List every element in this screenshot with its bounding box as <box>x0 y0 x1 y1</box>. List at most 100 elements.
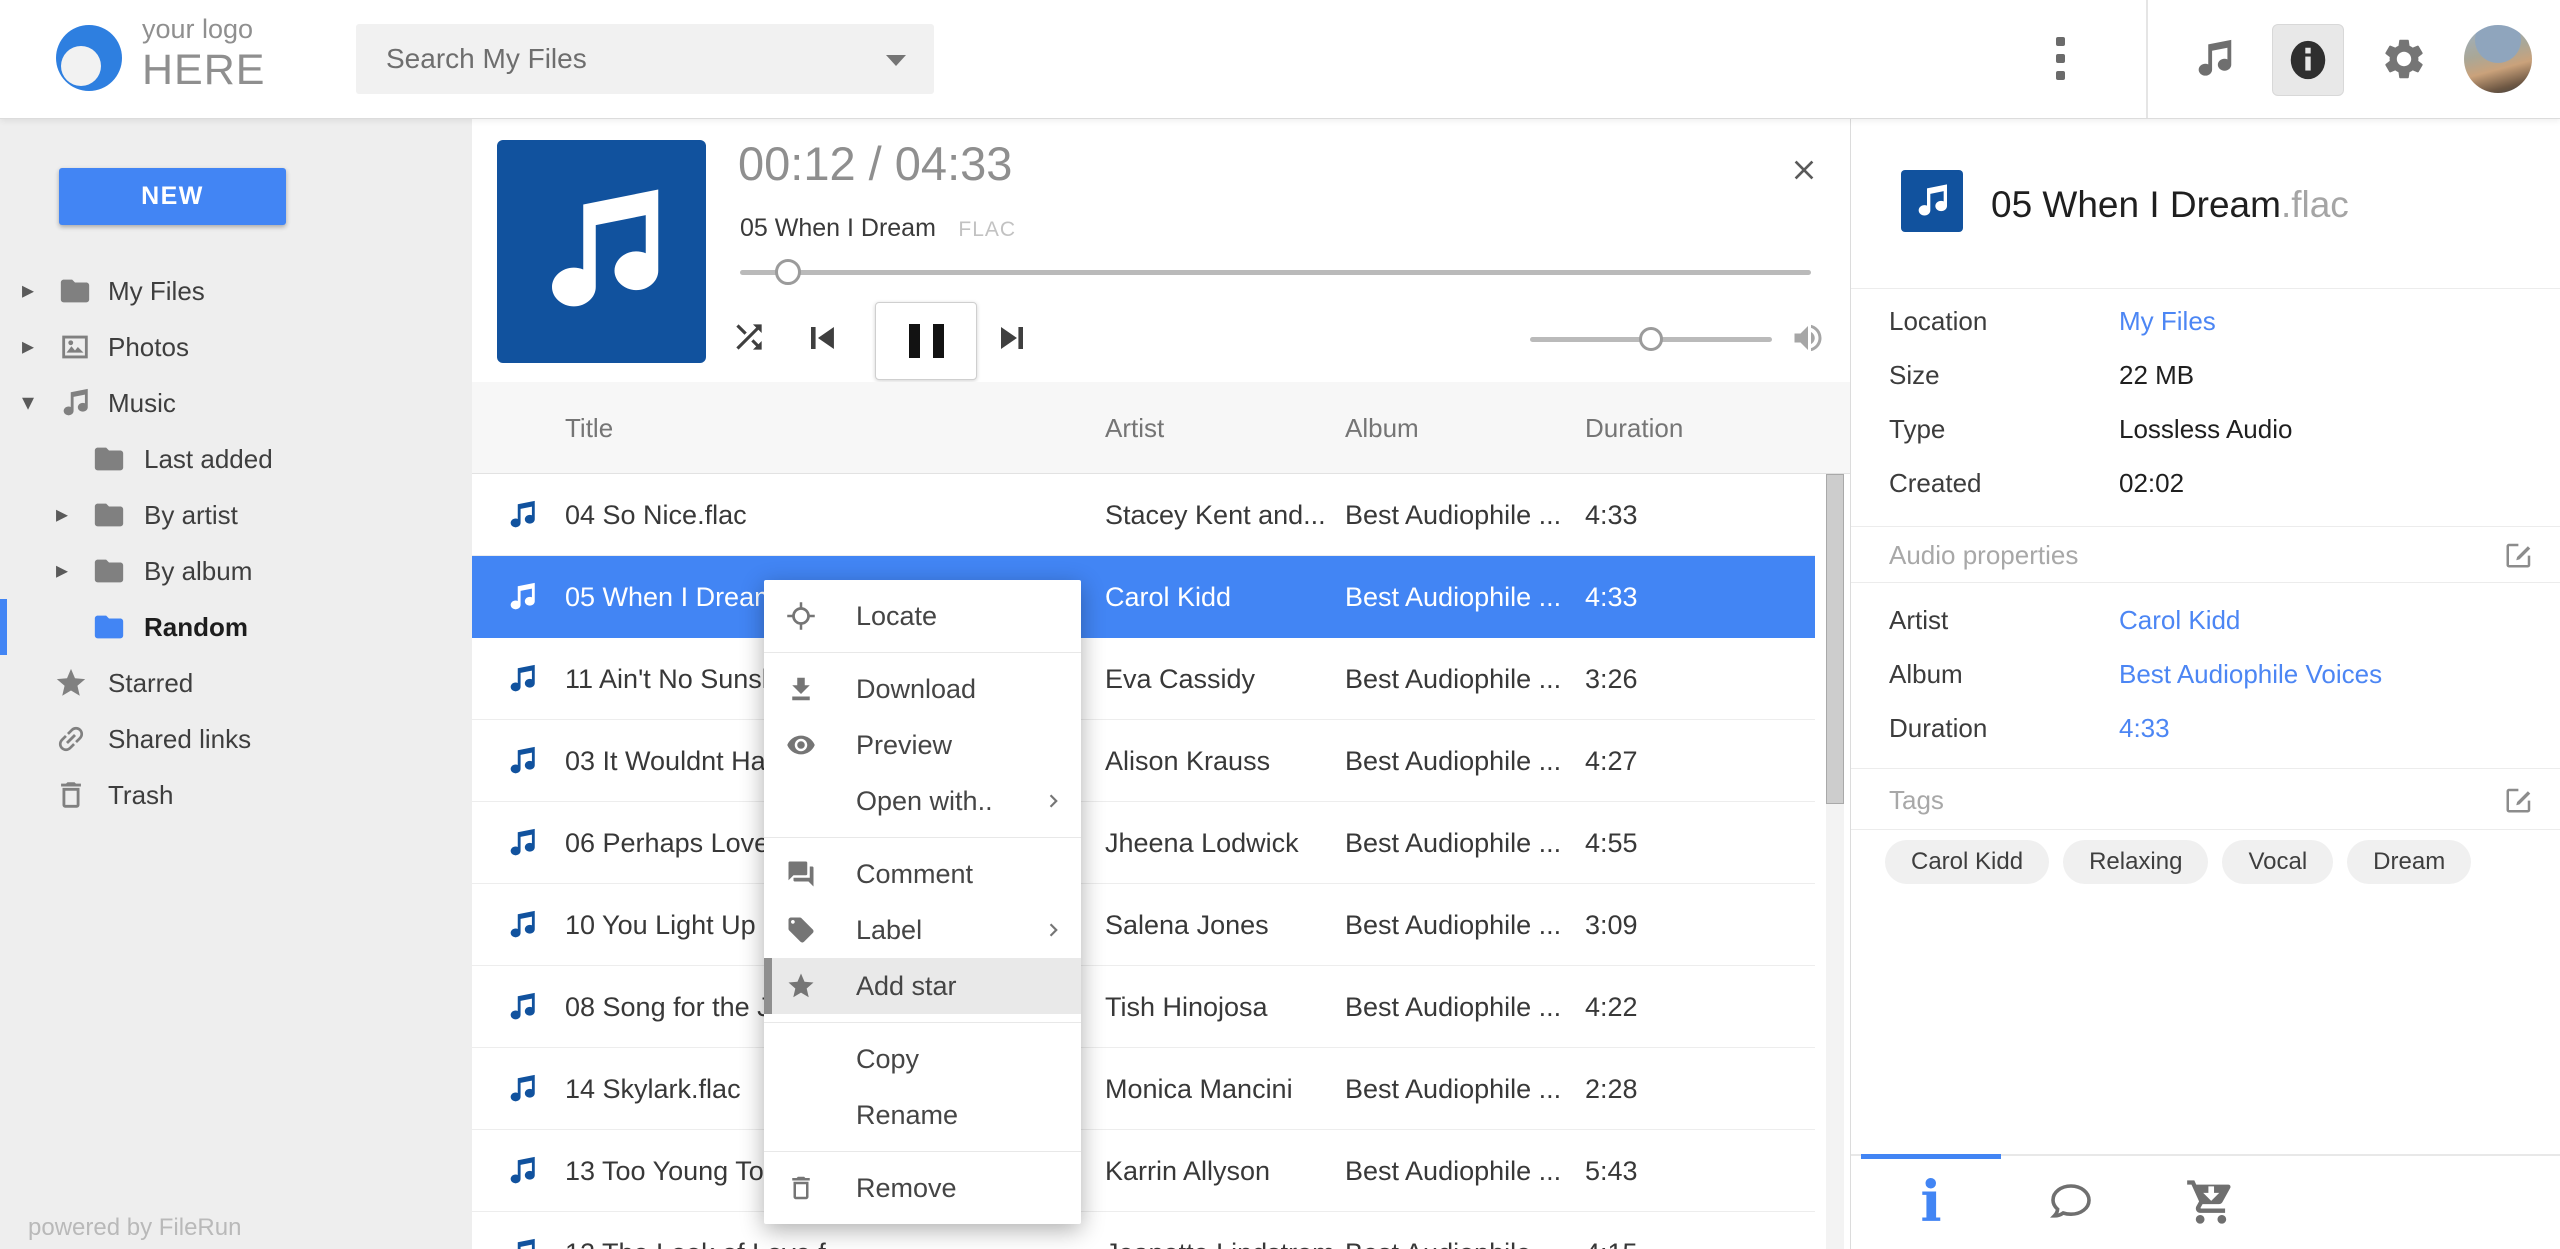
more-options-button[interactable] <box>2056 37 2065 88</box>
close-player-button[interactable] <box>1788 154 1820 186</box>
expand-arrow-icon[interactable]: ▸ <box>22 319 34 375</box>
table-row-06-perhaps-love[interactable]: 06 Perhaps Love. Jheena Lodwick Best Audio… <box>472 802 1815 884</box>
top-bar: your logo HERE Search My Files <box>0 0 2560 119</box>
seek-slider-thumb[interactable] <box>775 259 801 285</box>
menu-item-remove[interactable]: Remove <box>764 1160 1081 1216</box>
next-track-button[interactable] <box>990 316 1034 360</box>
powered-by-label: powered by FileRun <box>28 1214 242 1241</box>
column-header-duration[interactable]: Duration <box>1585 382 1683 474</box>
file-properties-list: Location My Files Size 22 MB Type Lossless Au… <box>1851 294 2560 510</box>
table-row-13-too-young-to[interactable]: 13 Too Young To Karrin Allyson Best Audiop… <box>472 1130 1815 1212</box>
comments-tab[interactable] <box>2001 1156 2141 1248</box>
volume-icon[interactable] <box>1790 320 1826 356</box>
column-header-artist[interactable]: Artist <box>1105 382 1164 474</box>
table-row-10-you-light-up-m[interactable]: 10 You Light Up M Salena Jones Best Audiop… <box>472 884 1815 966</box>
folder-blue-icon <box>92 610 126 644</box>
shuffle-button[interactable] <box>730 318 768 356</box>
volume-slider-thumb[interactable] <box>1639 327 1663 351</box>
tag-chip-dream[interactable]: Dream <box>2347 840 2472 884</box>
expand-arrow-icon[interactable]: ▸ <box>56 543 68 599</box>
column-header-album[interactable]: Album <box>1345 382 1419 474</box>
audio-properties-section-header: Audio properties <box>1851 526 2560 583</box>
detail-value-link[interactable]: Carol Kidd <box>2119 593 2240 647</box>
music-player-button[interactable] <box>2184 0 2244 118</box>
detail-value-link[interactable]: 4:33 <box>2119 701 2170 755</box>
sidebar-item-label: Random <box>144 612 248 642</box>
table-row-04-so-nice-flac[interactable]: 04 So Nice.flac Stacey Kent and... Best Au… <box>472 474 1815 556</box>
cell-artist: Eva Cassidy <box>1105 664 1256 694</box>
previous-track-button[interactable] <box>800 316 844 360</box>
tag-chip-carol-kidd[interactable]: Carol Kidd <box>1885 840 2050 884</box>
file-type-icon <box>1901 170 1963 232</box>
detail-label: Created <box>1889 468 1982 498</box>
volume-slider[interactable] <box>1530 327 1772 351</box>
sidebar-item-photos[interactable]: ▸ Photos <box>0 319 472 375</box>
sidebar-item-random[interactable]: Random <box>0 599 472 655</box>
edit-audio-properties-icon[interactable] <box>2504 540 2534 570</box>
format-badge: FLAC <box>958 218 1017 241</box>
menu-item-copy[interactable]: Copy <box>764 1031 1081 1087</box>
filerun-app: your logo HERE Search My Files NEW ▸ My F… <box>0 0 2560 1249</box>
expand-arrow-icon[interactable]: ▸ <box>56 487 68 543</box>
logo-line2: HERE <box>142 46 266 94</box>
table-scrollbar-thumb[interactable] <box>1826 474 1844 804</box>
table-row-03-it-wouldnt-hav[interactable]: 03 It Wouldnt Hav Alison Krauss Best Audio… <box>472 720 1815 802</box>
cell-duration: 5:43 <box>1585 1156 1638 1186</box>
sidebar-item-by-artist[interactable]: ▸ By artist <box>0 487 472 543</box>
sidebar-item-by-album[interactable]: ▸ By album <box>0 543 472 599</box>
menu-item-add-star[interactable]: Add star <box>764 958 1081 1014</box>
seek-slider[interactable] <box>740 259 1811 285</box>
detail-value-link[interactable]: My Files <box>2119 294 2216 348</box>
menu-item-open-with[interactable]: Open with.. <box>764 773 1081 829</box>
menu-item-label: Remove <box>856 1173 957 1203</box>
menu-item-comment[interactable]: Comment <box>764 846 1081 902</box>
settings-button[interactable] <box>2374 0 2434 118</box>
sidebar-item-music[interactable]: ▾ Music <box>0 375 472 431</box>
user-avatar[interactable] <box>2464 25 2532 93</box>
context-menu: Locate Download Preview Open with.. Comment L… <box>764 580 1081 1224</box>
audio-file-icon <box>505 990 539 1024</box>
search-input[interactable]: Search My Files <box>356 24 934 94</box>
sidebar-item-starred[interactable]: Starred <box>0 655 472 711</box>
chevron-down-icon <box>886 55 906 66</box>
logo-line1: your logo <box>142 14 254 44</box>
sidebar-item-shared-links[interactable]: Shared links <box>0 711 472 767</box>
sidebar-item-label: By artist <box>144 500 238 530</box>
detail-value-link[interactable]: Best Audiophile Voices <box>2119 647 2382 701</box>
logo-text: your logo HERE <box>142 16 265 92</box>
menu-item-label[interactable]: Label <box>764 902 1081 958</box>
table-row-05-when-i-dream[interactable]: 05 When I Dream Carol Kidd Best Audiophile… <box>472 556 1815 638</box>
download-basket-tab[interactable] <box>2141 1156 2281 1248</box>
info-panel-button[interactable] <box>2272 24 2344 96</box>
edit-tags-icon[interactable] <box>2504 785 2534 815</box>
new-button[interactable]: NEW <box>59 168 286 225</box>
collapse-arrow-icon[interactable]: ▾ <box>22 375 34 431</box>
menu-item-preview[interactable]: Preview <box>764 717 1081 773</box>
table-row-08-song-for-the-j[interactable]: 08 Song for the J Tish Hinojosa Best Audio… <box>472 966 1815 1048</box>
table-row-14-skylark-flac[interactable]: 14 Skylark.flac Monica Mancini Best Audiop… <box>472 1048 1815 1130</box>
column-header-title[interactable]: Title <box>565 382 613 474</box>
menu-item-locate[interactable]: Locate <box>764 588 1081 644</box>
table-row-11-ain-t-no-sunsh[interactable]: 11 Ain't No Sunsh Eva Cassidy Best Audioph… <box>472 638 1815 720</box>
context-menu-section: Download Preview Open with.. <box>764 652 1081 837</box>
pause-button[interactable] <box>875 302 977 380</box>
menu-item-download[interactable]: Download <box>764 661 1081 717</box>
table-scrollbar[interactable] <box>1826 474 1844 1249</box>
detail-label: Type <box>1889 414 1946 444</box>
cell-title: 10 You Light Up M <box>565 910 786 940</box>
panel-footer-tabs: i <box>1851 1154 2560 1249</box>
eye-icon <box>786 730 816 760</box>
info-tab[interactable]: i <box>1861 1156 2001 1248</box>
menu-item-rename[interactable]: Rename <box>764 1087 1081 1143</box>
audio-properties-title: Audio properties <box>1889 540 2079 570</box>
table-row-12-the-look-of-love-f[interactable]: 12 The Look of Love.fJeanette LindstromB… <box>472 1212 1815 1249</box>
sidebar-item-last-added[interactable]: Last added <box>0 431 472 487</box>
sidebar-item-trash[interactable]: Trash <box>0 767 472 823</box>
cell-album: Best Audiophile ... <box>1345 828 1562 858</box>
tag-chip-vocal[interactable]: Vocal <box>2222 840 2334 884</box>
sidebar-item-my-files[interactable]: ▸ My Files <box>0 263 472 319</box>
cell-artist: Alison Krauss <box>1105 746 1271 776</box>
expand-arrow-icon[interactable]: ▸ <box>22 263 34 319</box>
detail-row-duration: Duration 4:33 <box>1851 701 2560 755</box>
tag-chip-relaxing[interactable]: Relaxing <box>2063 840 2209 884</box>
